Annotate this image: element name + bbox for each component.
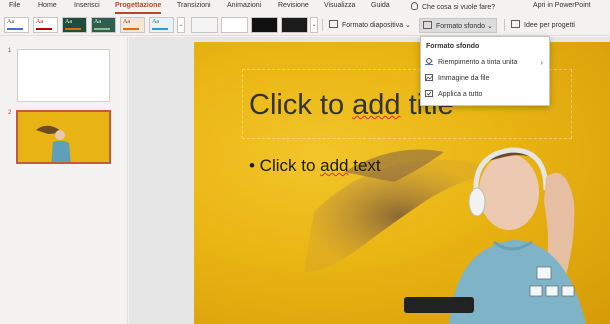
slide-thumbnail-photo bbox=[18, 112, 109, 162]
slide-size-icon bbox=[329, 20, 338, 28]
slide-number: 1 bbox=[8, 48, 12, 54]
theme-thumbnail[interactable]: Aa bbox=[62, 17, 87, 33]
slide-thumbnails-pane: 1 2 bbox=[0, 37, 128, 324]
chevron-right-icon: › bbox=[540, 58, 543, 67]
variant-thumbnail[interactable] bbox=[221, 17, 248, 33]
apply-all-icon bbox=[425, 90, 433, 97]
designer-icon bbox=[511, 20, 520, 28]
variants-more-chevron-icon[interactable]: ⌄ bbox=[310, 17, 318, 33]
themes-more-chevron-icon[interactable]: ⌄ bbox=[177, 17, 185, 33]
image-icon bbox=[425, 74, 433, 81]
menu-bar: File Home Inserisci Progettazione Transi… bbox=[0, 0, 610, 14]
paint-bucket-icon bbox=[425, 58, 433, 65]
variant-thumbnail[interactable] bbox=[251, 17, 278, 33]
tab-review[interactable]: Revisione bbox=[278, 2, 309, 9]
theme-thumbnail[interactable]: Aa bbox=[91, 17, 116, 33]
tab-design[interactable]: Progettazione bbox=[115, 2, 162, 14]
design-ribbon: Aa Aa Aa Aa Aa Aa ⌄ ⌄ Formato diapositiv… bbox=[0, 14, 610, 36]
tell-me-box[interactable]: Che cosa si vuole fare? bbox=[411, 2, 495, 11]
theme-thumbnail[interactable]: Aa bbox=[33, 17, 58, 33]
ribbon-divider bbox=[504, 19, 505, 31]
slide-number: 2 bbox=[8, 110, 12, 116]
menu-item-apply-to-all[interactable]: Applica a tutto bbox=[425, 89, 482, 100]
designer-button[interactable]: Idee per progetti bbox=[508, 18, 578, 33]
slide-thumbnail-1[interactable] bbox=[17, 49, 110, 102]
slide-size-button[interactable]: Formato diapositiva ⌄ bbox=[326, 18, 414, 33]
tab-animations[interactable]: Animazioni bbox=[227, 2, 261, 9]
format-background-label: Formato sfondo bbox=[436, 23, 486, 30]
menu-header: Formato sfondo bbox=[426, 43, 480, 50]
theme-thumbnail[interactable]: Aa bbox=[4, 17, 29, 33]
tab-help[interactable]: Guida bbox=[371, 2, 390, 9]
powerpoint-online-window: File Home Inserisci Progettazione Transi… bbox=[0, 0, 610, 324]
slide-size-label: Formato diapositiva bbox=[342, 22, 404, 29]
tab-transitions[interactable]: Transizioni bbox=[177, 2, 211, 9]
format-background-icon bbox=[423, 21, 432, 29]
format-background-button[interactable]: Formato sfondo ⌄ bbox=[419, 18, 497, 33]
slide-thumbnail-2[interactable] bbox=[16, 110, 111, 164]
designer-label: Idee per progetti bbox=[524, 22, 575, 29]
theme-thumbnail[interactable]: Aa bbox=[120, 17, 145, 33]
menu-item-image-from-file[interactable]: Immagine da file bbox=[425, 73, 489, 84]
tab-home[interactable]: Home bbox=[38, 2, 57, 9]
variant-thumbnail[interactable] bbox=[191, 17, 218, 33]
ribbon-divider bbox=[322, 19, 323, 31]
theme-thumbnail[interactable]: Aa bbox=[149, 17, 174, 33]
menu-item-solid-fill[interactable]: Riempimento a tinta unita bbox=[425, 57, 517, 68]
variant-thumbnail[interactable] bbox=[281, 17, 308, 33]
open-in-powerpoint-button[interactable]: Apri in PowerPoint bbox=[533, 2, 591, 9]
tab-insert[interactable]: Inserisci bbox=[74, 2, 100, 9]
body-placeholder[interactable]: • Click to add text bbox=[249, 156, 381, 176]
format-background-menu: Formato sfondo Riempimento a tinta unita… bbox=[420, 36, 550, 106]
tab-file[interactable]: File bbox=[9, 2, 20, 9]
tell-me-text: Che cosa si vuole fare? bbox=[422, 4, 496, 11]
lightbulb-icon bbox=[411, 2, 418, 10]
tab-view[interactable]: Visualizza bbox=[324, 2, 355, 9]
